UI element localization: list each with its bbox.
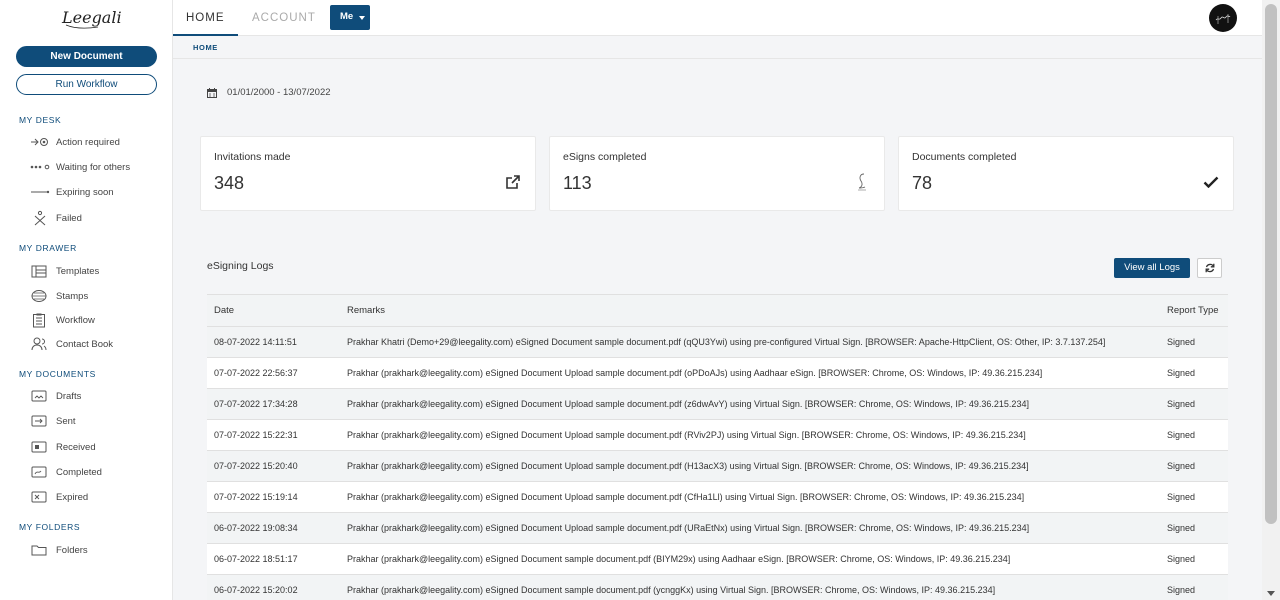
- run-workflow-button[interactable]: Run Workflow: [16, 74, 157, 95]
- sidebar-item-stamps[interactable]: Stamps: [30, 286, 88, 306]
- stat-label: Documents completed: [912, 151, 1017, 163]
- table-row: 06-07-2022 19:08:34 Prakhar (prakhark@lee…: [207, 513, 1228, 544]
- stat-value: 78: [912, 173, 933, 193]
- table-row: 06-07-2022 18:51:17 Prakhar (prakhark@lee…: [207, 544, 1228, 575]
- table-row: 07-07-2022 15:22:31 Prakhar (prakhark@lee…: [207, 420, 1228, 451]
- table-row: 06-07-2022 15:20:02 Prakhar (prakhark@lee…: [207, 575, 1228, 600]
- new-document-button[interactable]: New Document: [16, 46, 157, 67]
- stamps-icon: [30, 289, 48, 303]
- sidebar-item-action-required[interactable]: Action required: [30, 132, 120, 152]
- stat-value: 348: [214, 173, 245, 193]
- expiring-icon: [30, 185, 50, 199]
- completed-icon: [30, 465, 48, 479]
- sidebar-item-expired[interactable]: Expired: [30, 487, 88, 507]
- checkmark-icon: [1203, 173, 1219, 191]
- tab-home[interactable]: HOME: [173, 0, 237, 36]
- section-my-documents: MY DOCUMENTS: [19, 369, 96, 379]
- sidebar: Leegality New Document Run Workflow MY D…: [0, 0, 173, 600]
- scroll-down-arrow-icon[interactable]: [1267, 591, 1275, 596]
- sidebar-item-templates[interactable]: Templates: [30, 261, 99, 281]
- sidebar-item-expiring-soon[interactable]: Expiring soon: [30, 182, 114, 202]
- stat-value: 113: [563, 173, 592, 193]
- signature-icon: [854, 173, 870, 191]
- esigning-logs-table: Date Remarks Report Type 08-07-2022 14:1…: [207, 294, 1228, 600]
- contact-book-icon: [30, 337, 48, 351]
- sidebar-item-drafts[interactable]: Drafts: [30, 386, 81, 406]
- table-row: 07-07-2022 15:20:40 Prakhar (prakhark@lee…: [207, 451, 1228, 482]
- column-header-report-type[interactable]: Report Type: [1160, 305, 1228, 316]
- top-navigation: HOME ACCOUNT Me: [173, 0, 1262, 36]
- failed-icon: [30, 210, 50, 226]
- external-link-icon[interactable]: [505, 173, 521, 191]
- column-header-date[interactable]: Date: [207, 305, 340, 316]
- folder-icon: [30, 543, 48, 557]
- scrollbar-thumb[interactable]: [1265, 4, 1277, 524]
- section-my-desk: MY DESK: [19, 115, 62, 125]
- sent-icon: [30, 414, 48, 428]
- svg-text:Leegality: Leegality: [61, 8, 122, 27]
- sidebar-item-completed[interactable]: Completed: [30, 462, 102, 482]
- sidebar-item-workflow[interactable]: Workflow: [30, 310, 95, 330]
- logs-title: eSigning Logs: [207, 260, 274, 272]
- table-row: 07-07-2022 15:19:14 Prakhar (prakhark@lee…: [207, 482, 1228, 513]
- view-all-logs-button[interactable]: View all Logs: [1114, 258, 1190, 278]
- tab-account[interactable]: ACCOUNT: [252, 0, 316, 36]
- table-row: 07-07-2022 22:56:37 Prakhar (prakhark@lee…: [207, 358, 1228, 389]
- table-row: 08-07-2022 14:11:51 Prakhar Khatri (Demo+…: [207, 327, 1228, 358]
- section-my-folders: MY FOLDERS: [19, 522, 81, 532]
- breadcrumb-divider: [173, 58, 1262, 59]
- sidebar-item-received[interactable]: Received: [30, 437, 96, 457]
- date-range-filter[interactable]: 01/01/2000 - 13/07/2022: [207, 87, 331, 98]
- scrollbar[interactable]: [1262, 0, 1280, 600]
- table-header: Date Remarks Report Type: [207, 294, 1228, 327]
- sidebar-item-contact-book[interactable]: Contact Book: [30, 334, 113, 354]
- received-icon: [30, 440, 48, 454]
- stat-card-esigns: eSigns completed 113: [549, 136, 885, 211]
- leegality-logo[interactable]: Leegality: [58, 3, 122, 31]
- stat-label: Invitations made: [214, 151, 291, 163]
- workflow-icon: [30, 313, 48, 327]
- calendar-icon: [207, 87, 217, 98]
- expired-icon: [30, 490, 48, 504]
- stat-label: eSigns completed: [563, 151, 647, 163]
- me-dropdown-button[interactable]: Me: [330, 5, 370, 30]
- breadcrumb: HOME: [193, 43, 218, 52]
- sidebar-item-failed[interactable]: Failed: [30, 208, 82, 228]
- table-row: 07-07-2022 17:34:28 Prakhar (prakhark@lee…: [207, 389, 1228, 420]
- chevron-down-icon: [359, 16, 365, 20]
- drafts-icon: [30, 389, 48, 403]
- action-required-icon: [30, 135, 50, 149]
- stat-card-invitations: Invitations made 348: [200, 136, 536, 211]
- waiting-icon: [30, 160, 50, 174]
- column-header-remarks[interactable]: Remarks: [340, 305, 1160, 316]
- avatar[interactable]: [1209, 4, 1237, 32]
- refresh-button[interactable]: [1197, 258, 1222, 278]
- sidebar-item-sent[interactable]: Sent: [30, 411, 76, 431]
- section-my-drawer: MY DRAWER: [19, 243, 77, 253]
- sidebar-item-waiting-for-others[interactable]: Waiting for others: [30, 157, 130, 177]
- templates-icon: [30, 264, 48, 278]
- refresh-icon: [1205, 263, 1214, 273]
- stat-card-documents: Documents completed 78: [898, 136, 1234, 211]
- sidebar-item-folders[interactable]: Folders: [30, 540, 88, 560]
